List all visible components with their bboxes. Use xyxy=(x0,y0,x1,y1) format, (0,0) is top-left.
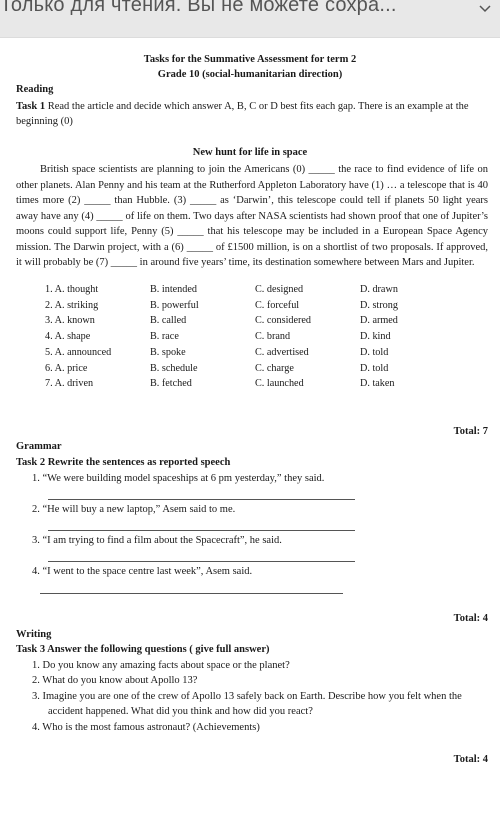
task1-label: Task 1 xyxy=(16,101,46,112)
reading-heading: Reading xyxy=(16,84,54,95)
reading-total: Total: 7 xyxy=(453,426,488,437)
option-b: B. powerful xyxy=(150,299,199,311)
grammar-item: 4. “I went to the space centre last week… xyxy=(32,566,253,577)
writing-item: 2. What do you know about Apollo 13? xyxy=(32,675,198,686)
option-c: C. considered xyxy=(255,315,312,327)
option-c: C. brand xyxy=(255,331,291,343)
grammar-item: 3. “I am trying to find a film about the… xyxy=(32,535,282,546)
read-only-banner[interactable]: Только для чтения. Вы не можете сохра... xyxy=(0,0,500,38)
option-a: 4. A. shape xyxy=(45,331,91,343)
writing-item-continuation: accident happened. What did you think an… xyxy=(48,706,313,717)
option-a: 2. A. striking xyxy=(45,299,99,311)
doc-subtitle: Grade 10 (social-humanitarian direction) xyxy=(157,69,343,80)
read-only-message: Только для чтения. Вы не можете сохра... xyxy=(0,0,397,16)
task2-instruction: Task 2 Rewrite the sentences as reported… xyxy=(16,457,231,468)
writing-item: 4. Who is the most famous astronaut? (Ac… xyxy=(32,722,260,733)
option-d: D. kind xyxy=(360,331,391,343)
grammar-total: Total: 4 xyxy=(453,613,488,624)
option-a: 1. A. thought xyxy=(45,284,99,295)
writing-item: 1. Do you know any amazing facts about s… xyxy=(32,660,290,671)
option-b: B. race xyxy=(150,331,179,343)
option-c: C. advertised xyxy=(255,346,309,358)
option-d: D. drawn xyxy=(360,284,398,295)
answer-line[interactable] xyxy=(40,593,343,594)
option-d: D. strong xyxy=(360,299,398,311)
option-b: B. intended xyxy=(150,284,197,295)
option-d: D. taken xyxy=(360,378,395,390)
option-a: 5. A. announced xyxy=(45,346,112,358)
chevron-down-icon[interactable] xyxy=(478,2,492,16)
answer-line[interactable] xyxy=(48,499,355,500)
option-b: B. schedule xyxy=(150,362,198,374)
grammar-item: 2. “He will buy a new laptop,” Asem said… xyxy=(32,504,236,515)
doc-title: Tasks for the Summative Assessment for t… xyxy=(143,54,357,65)
grammar-item: 1. “We were building model spaceships at… xyxy=(32,473,325,484)
task1-instruction: Task 1 Read the article and decide which… xyxy=(16,99,488,129)
option-a: 7. A. driven xyxy=(45,378,94,390)
task1-text: Read the article and decide which answer… xyxy=(16,101,469,127)
option-b: B. fetched xyxy=(150,378,192,390)
option-a: 6. A. price xyxy=(45,362,88,374)
grammar-heading: Grammar xyxy=(16,441,62,452)
option-b: B. called xyxy=(150,315,187,327)
option-c: C. charge xyxy=(255,362,294,374)
option-c: C. forceful xyxy=(255,299,300,311)
option-c: C. launched xyxy=(255,378,304,390)
article-title: New hunt for life in space xyxy=(192,147,308,158)
answer-line[interactable] xyxy=(48,530,355,531)
option-a: 3. A. known xyxy=(45,315,95,327)
writing-item: 3. Imagine you are one of the crew of Ap… xyxy=(32,691,462,702)
article-body: British space scientists are planning to… xyxy=(16,164,488,268)
answer-line[interactable] xyxy=(48,561,355,562)
writing-heading: Writing xyxy=(16,629,52,640)
task3-instruction: Task 3 Answer the following questions ( … xyxy=(16,644,270,655)
option-d: D. told xyxy=(360,362,389,374)
writing-total: Total: 4 xyxy=(453,754,488,765)
option-c: C. designed xyxy=(255,284,304,295)
option-d: D. armed xyxy=(360,315,398,327)
option-d: D. told xyxy=(360,346,389,358)
option-b: B. spoke xyxy=(150,346,186,358)
